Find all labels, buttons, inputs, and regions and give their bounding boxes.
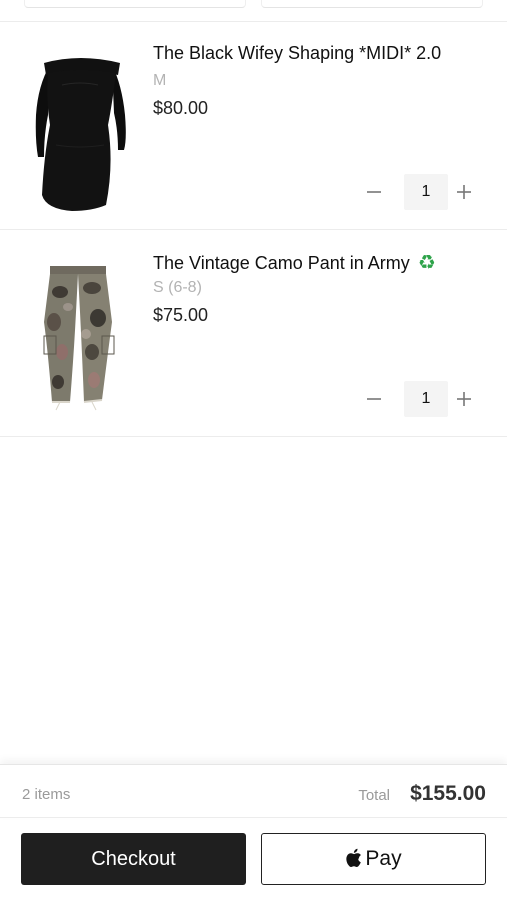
apple-pay-button[interactable]: Pay [261, 833, 486, 885]
black-dress-image [35, 58, 126, 211]
increase-quantity-button[interactable] [449, 381, 479, 417]
item-title[interactable]: The Black Wifey Shaping *MIDI* 2.0 [153, 43, 441, 64]
cart-item: The Vintage Camo Pant in Army ♻ S (6-8) … [0, 230, 507, 437]
checkout-button[interactable]: Checkout [21, 833, 246, 885]
quantity-value[interactable]: 1 [404, 174, 448, 210]
apple-pay-label: Pay [365, 847, 402, 870]
item-variant: M [153, 72, 167, 89]
product-image-camo-pants[interactable] [22, 252, 134, 422]
plus-icon [457, 392, 471, 406]
camo-pants-image [43, 266, 115, 411]
quantity-value[interactable]: 1 [404, 381, 448, 417]
checkout-button-label: Checkout [91, 847, 176, 870]
decrease-quantity-button[interactable] [359, 381, 389, 417]
recycle-icon: ♻ [417, 250, 436, 274]
increase-quantity-button[interactable] [449, 174, 479, 210]
total-label: Total [358, 787, 390, 804]
total-value: $155.00 [410, 782, 486, 805]
previous-card-left [24, 0, 246, 8]
item-price: $80.00 [153, 98, 209, 118]
item-title[interactable]: The Vintage Camo Pant in Army ♻ [153, 250, 436, 274]
quantity-stepper: 1 [359, 381, 479, 417]
minus-icon [367, 398, 381, 400]
previous-section-edge [0, 0, 507, 22]
cart-summary: 2 items Total $155.00 [0, 764, 507, 818]
item-variant: S (6-8) [153, 279, 202, 296]
quantity-stepper: 1 [359, 174, 479, 210]
minus-icon [367, 191, 381, 193]
decrease-quantity-button[interactable] [359, 174, 389, 210]
cart-item: The Black Wifey Shaping *MIDI* 2.0 M $80… [0, 23, 507, 230]
plus-icon [457, 185, 471, 199]
item-price: $75.00 [153, 305, 209, 325]
product-image-black-dress[interactable] [22, 45, 134, 215]
apple-icon [346, 848, 362, 867]
item-count: 2 items [22, 786, 71, 803]
previous-card-right [261, 0, 483, 8]
item-title-text: The Vintage Camo Pant in Army [153, 253, 410, 273]
